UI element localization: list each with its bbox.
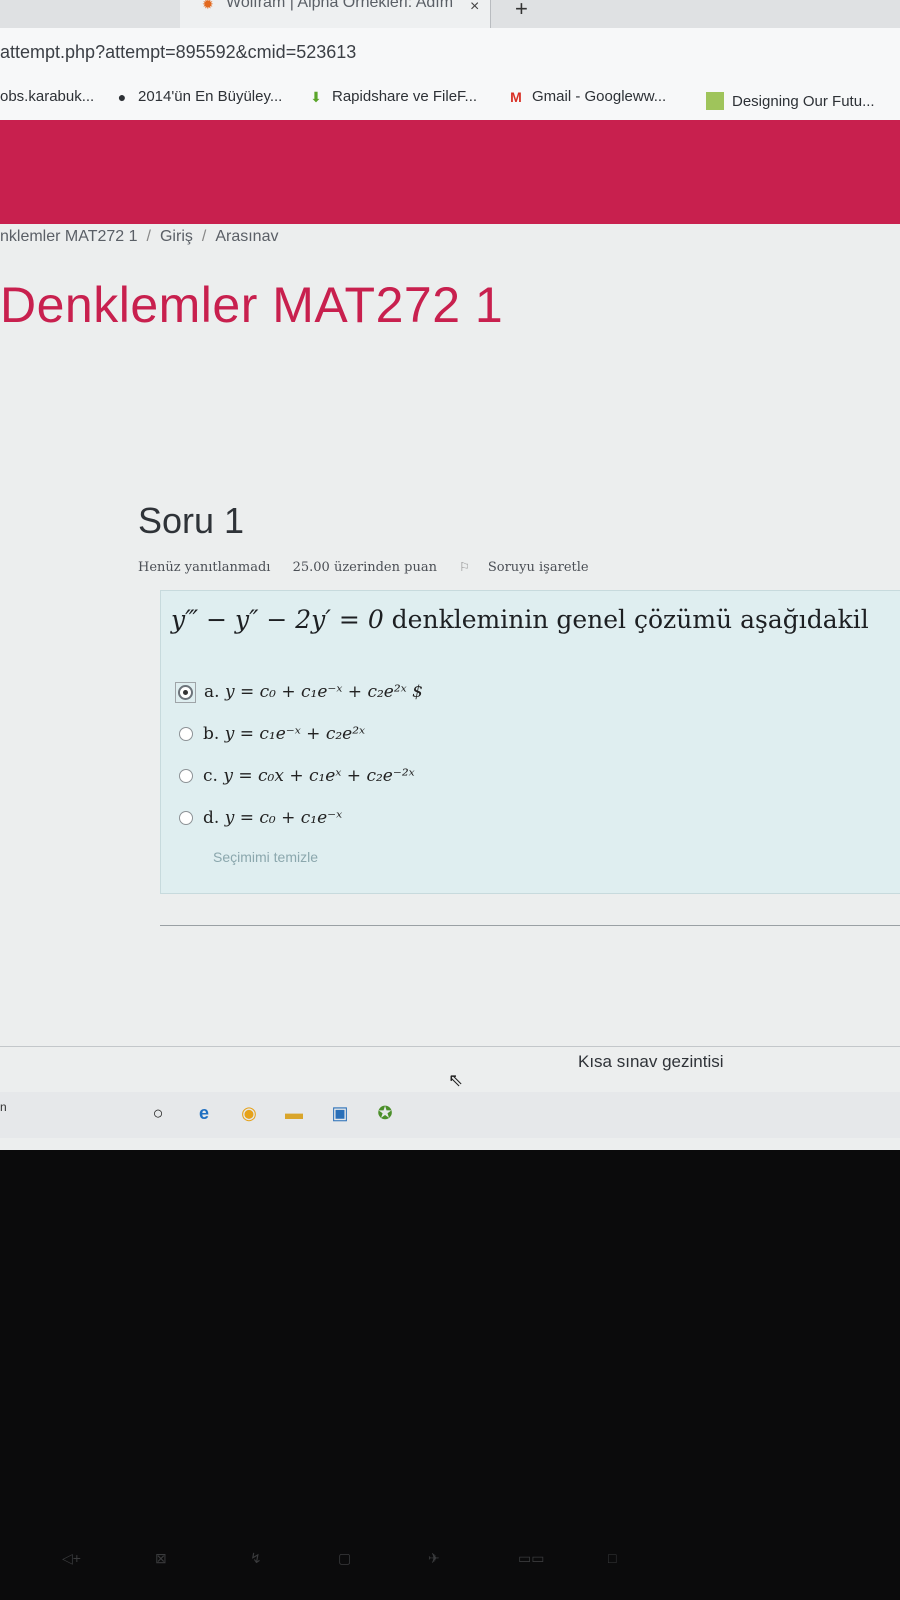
screen-key-icon[interactable]: □ (608, 1550, 616, 1566)
chrome-icon[interactable]: ◉ (238, 1102, 260, 1124)
airplane-key-icon[interactable]: ✈ (428, 1550, 440, 1567)
answer-formula: y = c₀ + c₁e⁻ˣ (224, 808, 343, 828)
question-box: y‴ − y″ − 2y′ = 0 denkleminin genel çözü… (160, 590, 900, 894)
store-icon[interactable]: ✪ (374, 1102, 396, 1124)
answer-formula: y = c₀x + c₁eˣ + c₂e⁻²ˣ (223, 766, 415, 786)
screen: ✹ Wolfram | Alpha Örnekleri: Adım × + at… (0, 0, 900, 1150)
mute-key-icon[interactable]: ⊠ (155, 1550, 167, 1567)
radio-c[interactable] (179, 769, 193, 783)
address-bar[interactable]: attempt.php?attempt=895592&cmid=523613 (0, 28, 900, 80)
tab-title: Wolfram | Alpha Örnekleri: Adım (226, 0, 454, 11)
answer-option-a[interactable]: a. y = c₀ + c₁e⁻ˣ + c₂e²ˣ $ (175, 671, 423, 713)
edge-icon[interactable]: e (193, 1102, 215, 1124)
bookmark-label: 2014'ün En Büyüley... (138, 88, 283, 105)
answer-option-b[interactable]: b. y = c₁e⁻ˣ + c₂e²ˣ (179, 713, 423, 755)
new-tab-button[interactable]: + (515, 0, 528, 22)
download-arrow-icon: ⬇ (310, 88, 322, 105)
bookmark-2014[interactable]: ● 2014'ün En Büyüley... (114, 88, 283, 105)
answer-letter: c. (203, 766, 218, 786)
answer-formula: y = c₁e⁻ˣ + c₂e²ˣ (224, 724, 366, 744)
mouse-cursor-icon: ⇖ (448, 1070, 464, 1090)
breadcrumb-separator: / (201, 228, 207, 245)
brightness-key-icon[interactable]: ↯ (250, 1550, 262, 1567)
question-text: y‴ − y″ − 2y′ = 0 denkleminin genel çözü… (171, 605, 869, 634)
answer-letter: a. (204, 682, 220, 702)
flag-label: Soruyu işaretle (487, 560, 589, 575)
bookmark-designing[interactable]: Designing Our Futu... (706, 92, 875, 110)
breadcrumb-course[interactable]: nklemler MAT272 1 (0, 228, 138, 245)
answer-list: a. y = c₀ + c₁e⁻ˣ + c₂e²ˣ $ b. y = c₁e⁻ˣ… (175, 671, 423, 839)
cortana-circle-icon[interactable]: ○ (147, 1102, 169, 1124)
answer-option-c[interactable]: c. y = c₀x + c₁eˣ + c₂e⁻²ˣ (179, 755, 423, 797)
bookmark-obs[interactable]: obs.karabuk... (0, 88, 94, 105)
divider (160, 925, 900, 926)
question-points: 25.00 üzerinden puan (292, 560, 437, 575)
question-status: Henüz yanıtlanmadı (138, 560, 271, 575)
radio-d[interactable] (179, 811, 193, 825)
close-tab-icon[interactable]: × (470, 0, 479, 16)
quiz-navigation-heading[interactable]: Kısa sınav gezintisi (578, 1052, 724, 1072)
bookmark-label: obs.karabuk... (0, 88, 95, 105)
bookmark-label: Designing Our Futu... (732, 92, 875, 110)
answer-letter: d. (203, 808, 220, 828)
clear-selection-link[interactable]: Seçimimi temizle (213, 849, 318, 865)
taskbar: n ○ e ◉ ▬ ▣ ✪ (0, 1092, 900, 1138)
bookmark-gmail[interactable]: M Gmail - Googleww... (508, 88, 666, 105)
bookmark-label: Gmail - Googleww... (532, 88, 667, 105)
bookmark-label: Rapidshare ve FileF... (332, 88, 478, 105)
gmail-icon: M (510, 88, 522, 105)
display-key-icon[interactable]: ▢ (338, 1550, 351, 1567)
volume-key-icon[interactable]: ◁+ (62, 1550, 81, 1567)
answer-formula: y = c₀ + c₁e⁻ˣ + c₂e²ˣ $ (224, 682, 423, 702)
taskbar-left-text: n (0, 1100, 7, 1114)
flag-icon: ⚐ (459, 560, 470, 574)
answer-option-d[interactable]: d. y = c₀ + c₁e⁻ˣ (179, 797, 423, 839)
site-header (0, 120, 900, 224)
question-info: Henüz yanıtlanmadı 25.00 üzerinden puan … (138, 560, 625, 575)
wolfram-icon: ✹ (202, 0, 214, 12)
page-icon (706, 92, 724, 110)
file-explorer-icon[interactable]: ▬ (283, 1102, 305, 1124)
breadcrumb-giris[interactable]: Giriş (160, 228, 193, 245)
question-heading: Soru 1 (138, 500, 245, 541)
bookmarks-bar: obs.karabuk... ● 2014'ün En Büyüley... ⬇… (0, 80, 900, 121)
bookmark-rapidshare[interactable]: ⬇ Rapidshare ve FileF... (308, 88, 477, 105)
radio-a[interactable] (178, 684, 193, 700)
question-text-rest: denkleminin genel çözümü aşağıdakil (383, 605, 869, 634)
footer-divider (0, 1046, 900, 1047)
input-key-icon[interactable]: ▭▭ (518, 1550, 544, 1567)
dark-drop-icon: ● (117, 88, 127, 105)
url-text[interactable]: attempt.php?attempt=895592&cmid=523613 (0, 42, 356, 63)
question-equation: y‴ − y″ − 2y′ = 0 (171, 605, 384, 634)
radio-focus-frame (175, 681, 196, 703)
radio-b[interactable] (179, 727, 193, 741)
monitor-bezel-buttons: ◁+ ⊠ ↯ ▢ ✈ ▭▭ □ (0, 1540, 900, 1600)
breadcrumb: nklemler MAT272 1 / Giriş / Arasınav (0, 228, 278, 246)
tab-strip: ✹ Wolfram | Alpha Örnekleri: Adım × + (0, 0, 900, 28)
browser-tab[interactable]: ✹ Wolfram | Alpha Örnekleri: Adım × (180, 0, 491, 28)
breadcrumb-separator: / (146, 228, 151, 245)
breadcrumb-arasinav[interactable]: Arasınav (215, 228, 278, 245)
page-title: Denklemler MAT272 1 (0, 277, 504, 333)
answer-letter: b. (203, 724, 220, 744)
photos-icon[interactable]: ▣ (329, 1102, 351, 1124)
flag-question-link[interactable]: ⚐ Soruyu işaretle (459, 560, 607, 575)
